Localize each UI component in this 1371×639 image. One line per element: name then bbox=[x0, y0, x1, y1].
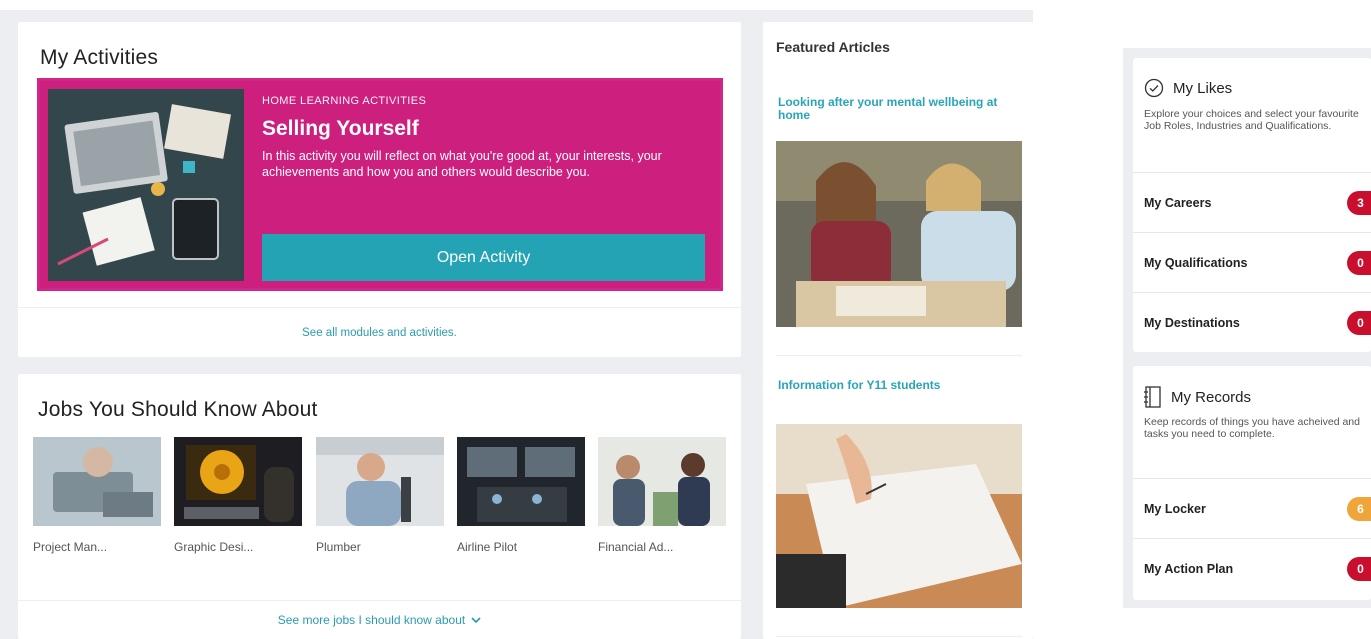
activity-hero: HOME LEARNING ACTIVITIES Selling Yoursel… bbox=[37, 78, 723, 291]
activity-image bbox=[48, 89, 244, 281]
my-likes-description: Explore your choices and select your fav… bbox=[1144, 108, 1359, 132]
article-divider bbox=[776, 636, 1022, 637]
job-thumbnail bbox=[598, 437, 726, 526]
count-badge: 0 bbox=[1347, 556, 1371, 581]
open-activity-button[interactable]: Open Activity bbox=[262, 234, 705, 281]
article-title-link[interactable]: Looking after your mental wellbeing at h… bbox=[778, 96, 1018, 122]
job-label: Project Man... bbox=[33, 540, 108, 554]
job-item[interactable]: Project Man... bbox=[33, 437, 161, 554]
article-title-link[interactable]: Information for Y11 students bbox=[778, 379, 1018, 392]
check-circle-icon bbox=[1144, 78, 1164, 98]
my-activities-title: My Activities bbox=[40, 46, 159, 69]
my-likes-header: My Likes bbox=[1144, 78, 1232, 98]
featured-articles-title: Featured Articles bbox=[776, 39, 890, 55]
notebook-icon bbox=[1144, 386, 1161, 408]
my-careers-row[interactable]: My Careers 3 bbox=[1133, 172, 1371, 232]
count-badge: 0 bbox=[1347, 250, 1371, 275]
job-thumbnail bbox=[174, 437, 302, 526]
jobs-card: Jobs You Should Know About Project Man..… bbox=[18, 374, 741, 639]
count-badge: 6 bbox=[1347, 496, 1371, 521]
my-records-header: My Records bbox=[1144, 386, 1251, 408]
my-locker-row[interactable]: My Locker 6 bbox=[1133, 478, 1371, 538]
article-divider bbox=[776, 355, 1022, 356]
job-label: Plumber bbox=[316, 540, 361, 554]
my-action-plan-row[interactable]: My Action Plan 0 bbox=[1133, 538, 1371, 598]
row-label: My Careers bbox=[1144, 195, 1212, 210]
row-label: My Action Plan bbox=[1144, 561, 1234, 576]
job-thumbnail bbox=[316, 437, 444, 526]
job-item[interactable]: Financial Ad... bbox=[598, 437, 726, 554]
article-image[interactable] bbox=[776, 424, 1022, 608]
job-item[interactable]: Plumber bbox=[316, 437, 444, 554]
article-image[interactable] bbox=[776, 141, 1022, 327]
my-records-description: Keep records of things you have acheived… bbox=[1144, 416, 1360, 440]
activity-text: HOME LEARNING ACTIVITIES Selling Yoursel… bbox=[262, 95, 708, 180]
see-all-modules-link[interactable]: See all modules and activities. bbox=[18, 307, 741, 357]
my-destinations-row[interactable]: My Destinations 0 bbox=[1133, 292, 1371, 352]
my-qualifications-row[interactable]: My Qualifications 0 bbox=[1133, 232, 1371, 292]
job-thumbnail bbox=[457, 437, 585, 526]
job-label: Airline Pilot bbox=[457, 540, 518, 554]
job-label: Financial Ad... bbox=[598, 540, 674, 554]
my-records-title: My Records bbox=[1171, 388, 1252, 406]
count-badge: 3 bbox=[1347, 190, 1371, 215]
my-likes-card: My Likes Explore your choices and select… bbox=[1133, 58, 1371, 352]
chevron-down-icon bbox=[471, 616, 481, 623]
job-label: Graphic Desi... bbox=[174, 540, 254, 554]
my-records-card: My Records Keep records of things you ha… bbox=[1133, 366, 1371, 600]
my-activities-card: My Activities HOME LEARNING ACTIVITIES S… bbox=[18, 22, 741, 357]
row-label: My Destinations bbox=[1144, 315, 1240, 330]
activity-description: In this activity you will reflect on wha… bbox=[262, 149, 662, 179]
count-badge: 0 bbox=[1347, 310, 1371, 335]
right-sidebar: My Likes Explore your choices and select… bbox=[1123, 48, 1371, 608]
jobs-title: Jobs You Should Know About bbox=[38, 398, 318, 421]
see-more-jobs-label: See more jobs I should know about bbox=[277, 613, 466, 627]
job-item[interactable]: Graphic Desi... bbox=[174, 437, 302, 554]
activity-title: Selling Yourself bbox=[262, 117, 419, 140]
page: My Activities HOME LEARNING ACTIVITIES S… bbox=[0, 0, 1371, 639]
featured-articles-card: Featured Articles Looking after your men… bbox=[763, 22, 1033, 639]
see-more-jobs-link[interactable]: See more jobs I should know about bbox=[18, 600, 741, 639]
job-item[interactable]: Airline Pilot bbox=[457, 437, 585, 554]
my-likes-title: My Likes bbox=[1173, 79, 1233, 97]
job-thumbnail bbox=[33, 437, 161, 526]
activity-kicker: HOME LEARNING ACTIVITIES bbox=[262, 95, 427, 107]
row-label: My Locker bbox=[1144, 501, 1206, 516]
row-label: My Qualifications bbox=[1144, 255, 1248, 270]
